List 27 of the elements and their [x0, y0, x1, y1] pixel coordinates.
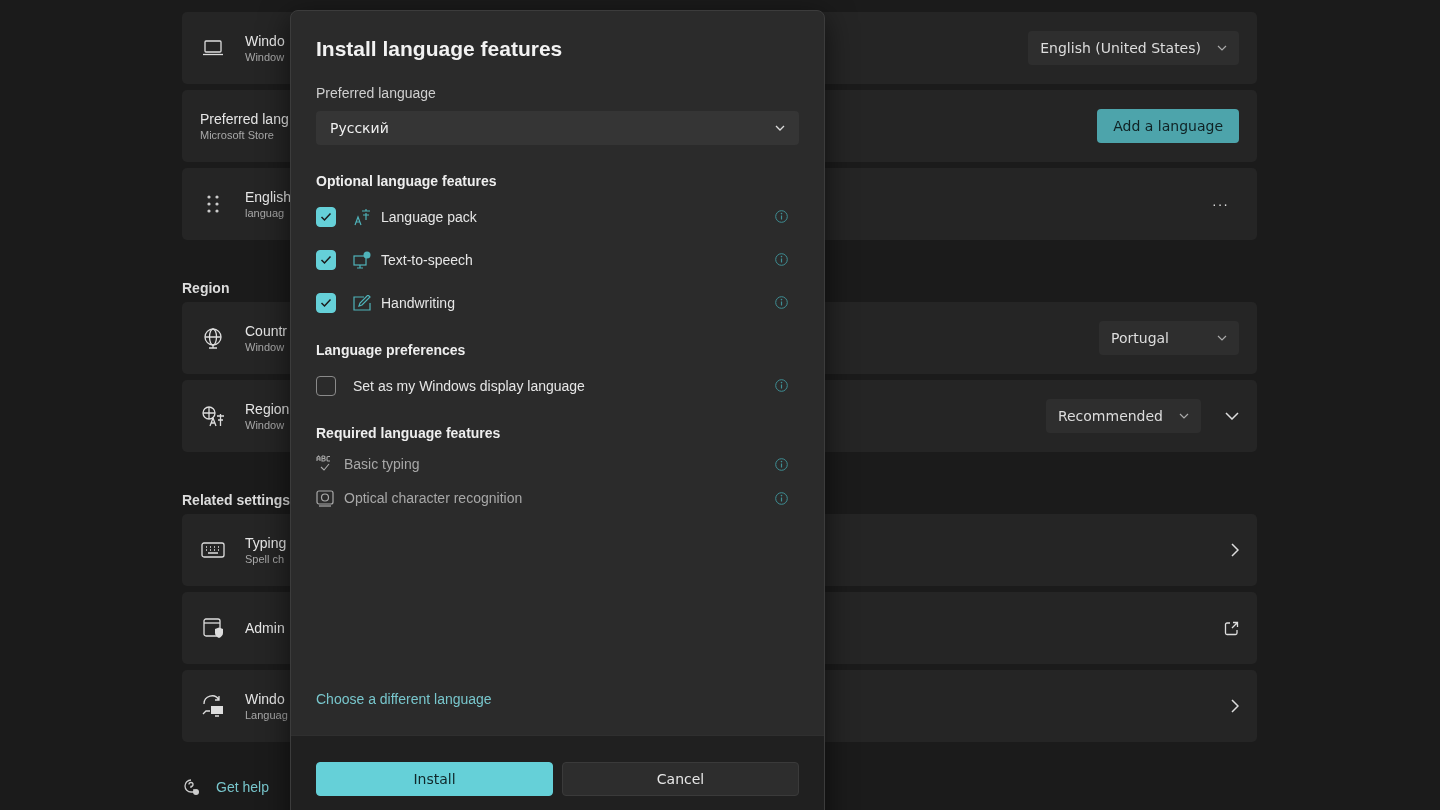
feature-label: Set as my Windows display language	[353, 377, 586, 394]
feature-label: Basic typing	[344, 456, 421, 472]
card-subtitle: Window	[245, 341, 285, 353]
card-subtitle: Spell ch	[245, 553, 285, 565]
card-subtitle: Window	[245, 419, 285, 431]
card-title: English	[245, 189, 291, 205]
card-title: Typing	[245, 535, 287, 551]
card-title: Countr	[245, 323, 288, 339]
card-subtitle: languag	[245, 207, 285, 219]
card-title: Windo	[245, 33, 285, 49]
dialog-title: Install language features	[316, 37, 564, 61]
section-heading: Region	[182, 280, 230, 296]
card-title: Windo	[245, 691, 285, 707]
section-heading: Language preferences	[316, 342, 467, 358]
card-subtitle: Window	[245, 51, 285, 63]
feature-label: Handwriting	[381, 294, 456, 311]
card-title: Admin	[245, 620, 285, 636]
section-heading: Related settings	[182, 492, 291, 508]
card-title: Preferred lang	[200, 111, 289, 127]
feature-label: Optical character recognition	[344, 490, 524, 506]
card-title: Region	[245, 401, 290, 417]
card-subtitle: Languag	[245, 709, 288, 721]
feature-label: Language pack	[381, 208, 478, 225]
section-heading: Optional language features	[316, 173, 498, 189]
feature-label: Text-to-speech	[381, 251, 474, 268]
card-subtitle: Microsoft Store	[200, 129, 274, 141]
section-heading: Required language features	[316, 425, 502, 441]
